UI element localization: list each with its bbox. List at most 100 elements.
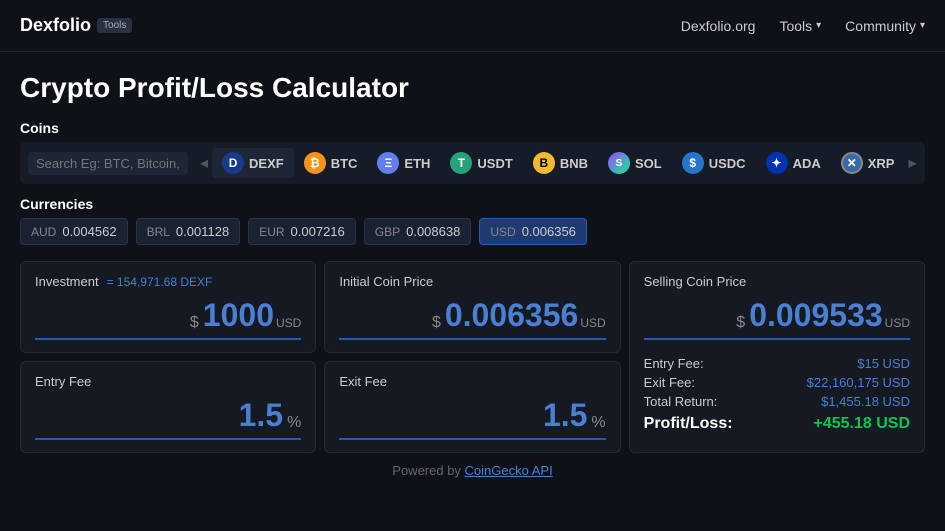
ada-label: ADA [793,156,821,171]
total-return-val: $1,455.18 USD [821,394,910,409]
initial-price-label: Initial Coin Price [339,274,605,289]
coin-item-btc[interactable]: ₿ BTC [294,148,368,178]
coingecko-link[interactable]: CoinGecko API [465,463,553,478]
exit-fee-result-val: $22,160,175 USD [807,375,910,390]
currency-usd[interactable]: USD 0.006356 [479,218,587,245]
aud-code: AUD [31,225,56,239]
profit-loss-label: Profit/Loss: [644,415,733,433]
initial-price-value[interactable]: 0.006356 [445,297,578,334]
aud-val: 0.004562 [62,224,116,239]
nav-dexfolio[interactable]: Dexfolio.org [681,18,756,34]
selling-dollar: $ [736,314,745,334]
coin-item-xrp[interactable]: ✕ XRP [831,148,905,178]
entry-fee-result-val: $15 USD [857,356,910,371]
usd-code: USD [490,225,515,239]
brl-code: BRL [147,225,170,239]
selling-price-label: Selling Coin Price [644,274,910,289]
currencies-bar: AUD 0.004562 BRL 0.001128 EUR 0.007216 G… [20,218,925,245]
logo-area: Dexfolio Tools [20,15,681,36]
currency-brl[interactable]: BRL 0.001128 [136,218,241,245]
eur-val: 0.007216 [291,224,345,239]
usdc-label: USDC [709,156,746,171]
investment-unit: USD [276,316,301,334]
coin-item-sol[interactable]: S SOL [598,148,672,178]
total-return-result-row: Total Return: $1,455.18 USD [644,394,910,409]
exit-fee-result-label: Exit Fee: [644,375,695,390]
entry-fee-card: Entry Fee 1.5 % [20,361,316,453]
brl-val: 0.001128 [176,224,229,239]
page-title: Crypto Profit/Loss Calculator [20,72,925,104]
selling-price-value[interactable]: 0.009533 [749,297,882,334]
investment-card: Investment = 154,971.68 DEXF $ 1000 USD [20,261,316,353]
currencies-label: Currencies [20,196,925,212]
investment-input-row: $ 1000 USD [35,297,301,340]
coin-item-usdc[interactable]: $ USDC [672,148,756,178]
entry-fee-label: Entry Fee [35,374,301,389]
selling-price-unit: USD [885,316,910,334]
investment-dollar: $ [190,314,199,334]
initial-price-card: Initial Coin Price $ 0.006356 USD [324,261,620,353]
total-return-label: Total Return: [644,394,718,409]
ada-icon: ✦ [766,152,788,174]
initial-dollar: $ [432,314,441,334]
exit-fee-input-row: 1.5 % [339,397,605,440]
initial-price-input-row: $ 0.006356 USD [339,297,605,340]
coin-item-usdt[interactable]: T USDT [440,148,522,178]
coin-search-input[interactable] [28,152,188,175]
profit-loss-value: +455.18 USD [813,415,910,433]
entry-fee-value[interactable]: 1.5 [239,397,283,434]
usd-val: 0.006356 [522,224,576,239]
initial-price-unit: USD [580,316,605,334]
coin-item-eth[interactable]: Ξ ETH [367,148,440,178]
exit-fee-card: Exit Fee 1.5 % [324,361,620,453]
usdt-icon: T [450,152,472,174]
eth-label: ETH [404,156,430,171]
footer: Powered by CoinGecko API [20,453,925,488]
exit-fee-value[interactable]: 1.5 [543,397,587,434]
logo-text: Dexfolio [20,15,91,36]
entry-fee-unit: % [287,414,301,434]
dexf-label: DEXF [249,156,284,171]
tools-badge: Tools [97,18,132,33]
dexf-icon: D [222,152,244,174]
coins-bar: ◂ D DEXF ₿ BTC Ξ ETH T USDT B BNB S SOL … [20,142,925,184]
tools-chevron-icon: ▾ [816,20,821,31]
entry-fee-result-label: Entry Fee: [644,356,704,371]
btc-label: BTC [331,156,358,171]
currency-gbp[interactable]: GBP 0.008638 [364,218,472,245]
currency-eur[interactable]: EUR 0.007216 [248,218,356,245]
btc-icon: ₿ [304,152,326,174]
coins-next-arrow[interactable]: ▸ [904,153,920,173]
currency-aud[interactable]: AUD 0.004562 [20,218,128,245]
header: Dexfolio Tools Dexfolio.org Tools ▾ Comm… [0,0,945,52]
sol-icon: S [608,152,630,174]
usdt-label: USDT [477,156,512,171]
eur-code: EUR [259,225,284,239]
main-content: Crypto Profit/Loss Calculator Coins ◂ D … [0,52,945,498]
bnb-icon: B [533,152,555,174]
entry-fee-input-row: 1.5 % [35,397,301,440]
exit-fee-unit: % [591,414,605,434]
coin-item-ada[interactable]: ✦ ADA [756,148,831,178]
entry-fee-result-row: Entry Fee: $15 USD [644,356,910,371]
nav-tools[interactable]: Tools ▾ [779,18,821,34]
nav-community[interactable]: Community ▾ [845,18,925,34]
calculator-grid: Investment = 154,971.68 DEXF $ 1000 USD … [20,261,925,453]
sol-label: SOL [635,156,662,171]
gbp-val: 0.008638 [406,224,460,239]
coin-item-dexf[interactable]: D DEXF [212,148,294,178]
investment-value[interactable]: 1000 [203,297,274,334]
nav-links: Dexfolio.org Tools ▾ Community ▾ [681,18,925,34]
investment-label-row: Investment = 154,971.68 DEXF [35,274,301,289]
bnb-label: BNB [560,156,588,171]
coin-item-bnb[interactable]: B BNB [523,148,598,178]
profit-loss-row: Profit/Loss: +455.18 USD [644,415,910,433]
eth-icon: Ξ [377,152,399,174]
community-chevron-icon: ▾ [920,20,925,31]
selling-price-input-row: $ 0.009533 USD [644,297,910,340]
exit-fee-label: Exit Fee [339,374,605,389]
xrp-icon: ✕ [841,152,863,174]
coins-prev-arrow[interactable]: ◂ [196,153,212,173]
usdc-icon: $ [682,152,704,174]
coins-label: Coins [20,120,925,136]
